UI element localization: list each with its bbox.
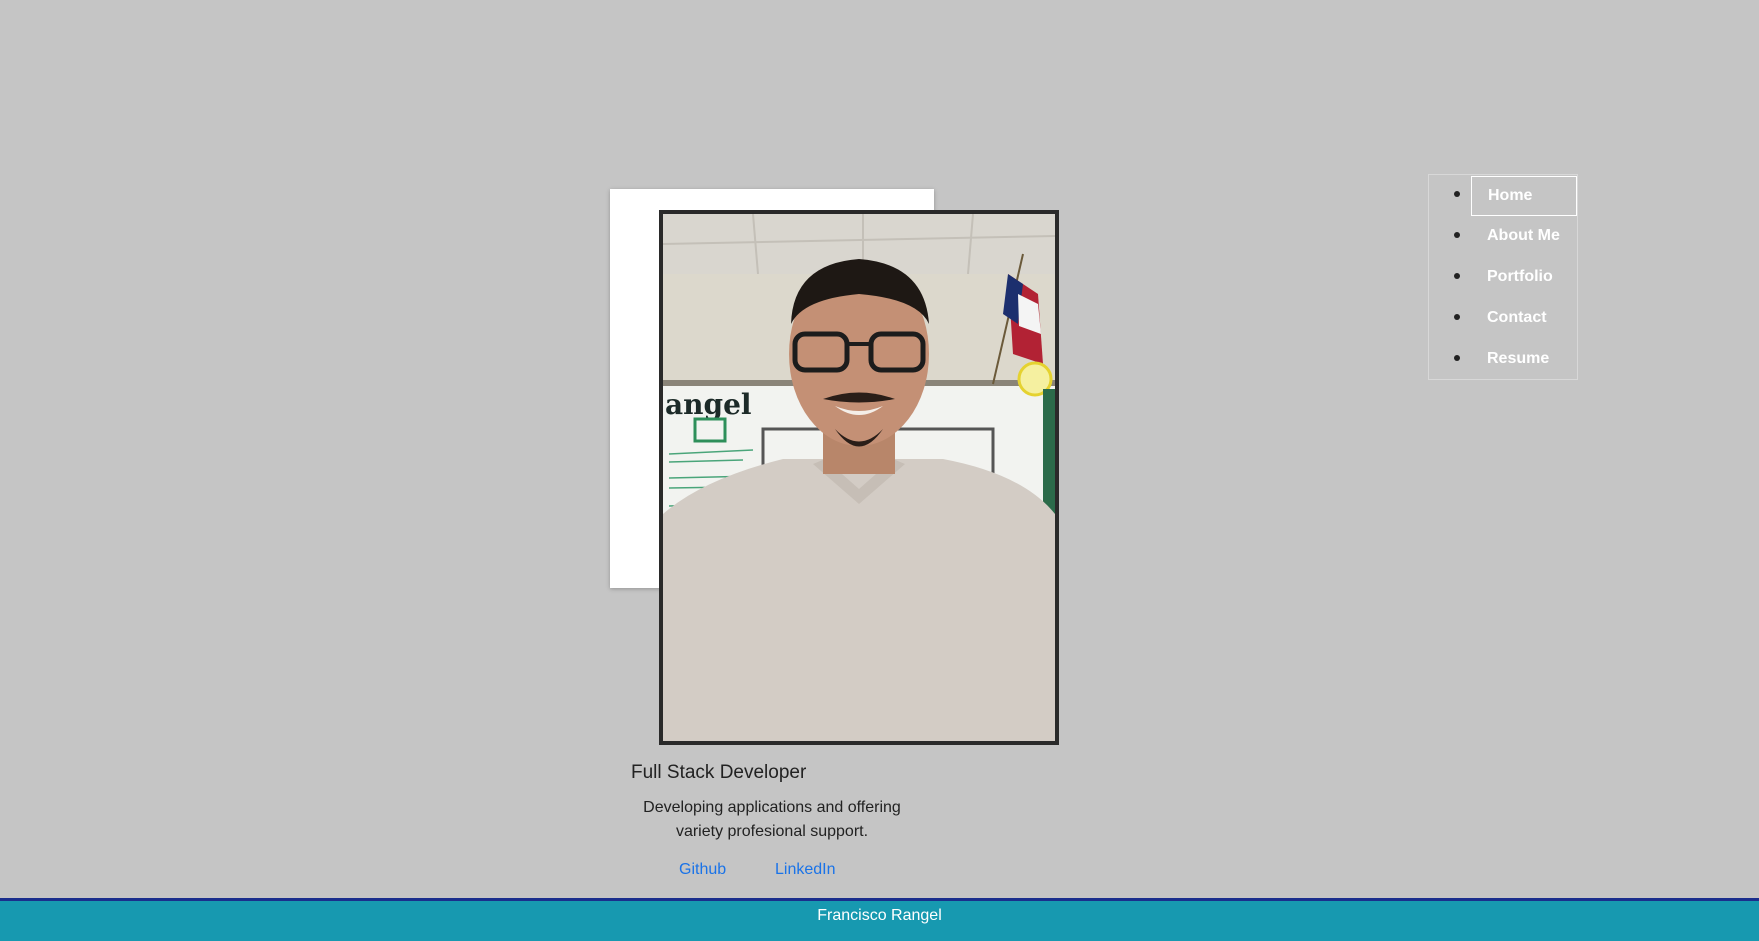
nav-link-contact[interactable]: Contact	[1471, 299, 1577, 339]
nav-link-resume[interactable]: Resume	[1471, 340, 1577, 380]
bullet-icon	[1454, 314, 1460, 320]
footer: Francisco Rangel	[0, 898, 1759, 941]
nav-item-contact: Contact	[1429, 298, 1577, 339]
bullet-icon	[1454, 273, 1460, 279]
role-description: Developing applications and offering var…	[643, 799, 901, 840]
profile-photo: angel	[659, 210, 1059, 745]
bullet-icon	[1454, 232, 1460, 238]
footer-name: Francisco Rangel	[817, 907, 942, 924]
page: angel Full Stack Developer Developing ap…	[0, 0, 1759, 941]
linkedin-link[interactable]: LinkedIn	[775, 861, 836, 879]
bullet-icon	[1454, 355, 1460, 361]
svg-text:angel: angel	[665, 388, 752, 421]
nav-link-home[interactable]: Home	[1471, 176, 1577, 216]
nav-link-portfolio[interactable]: Portfolio	[1471, 258, 1577, 298]
role-title: Full Stack Developer	[631, 762, 807, 783]
nav-item-home: Home	[1429, 175, 1577, 216]
nav-link-about-me[interactable]: About Me	[1471, 217, 1577, 257]
github-link[interactable]: Github	[679, 861, 726, 879]
nav-menu: Home About Me Portfolio Contact Resume	[1428, 174, 1578, 380]
bullet-icon	[1454, 191, 1460, 197]
nav-item-about-me: About Me	[1429, 216, 1577, 257]
nav-item-portfolio: Portfolio	[1429, 257, 1577, 298]
nav-item-resume: Resume	[1429, 339, 1577, 380]
